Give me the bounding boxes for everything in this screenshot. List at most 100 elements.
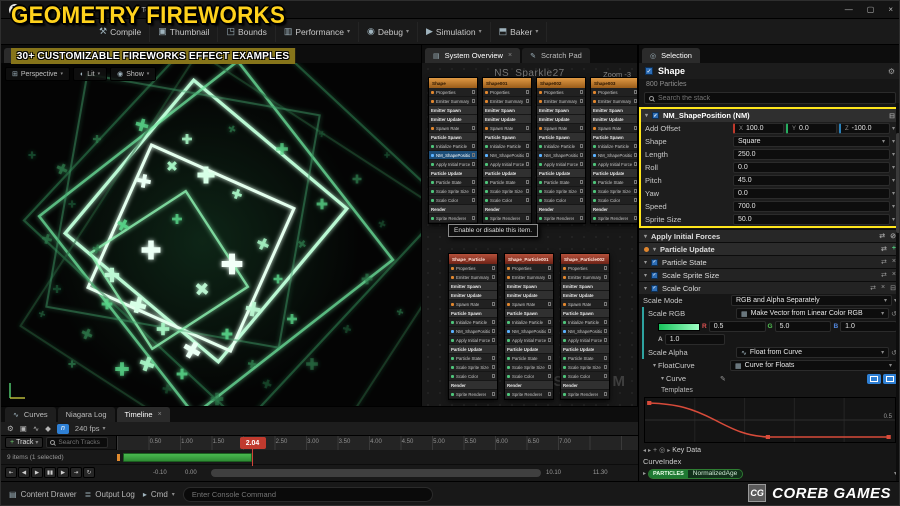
module-checkbox[interactable] — [603, 356, 607, 360]
stack-module-row[interactable]: Emitter Update — [483, 115, 531, 124]
stack-module-row[interactable]: Render — [449, 381, 497, 390]
stack-module-row[interactable]: Sprite Renderer — [591, 214, 637, 223]
module-enabled-checkbox[interactable]: ✓ — [652, 112, 660, 119]
module-checkbox[interactable] — [547, 320, 551, 324]
module-checkbox[interactable] — [579, 180, 583, 184]
swap-icon[interactable]: ⇄ — [881, 271, 887, 279]
stack-module-row[interactable]: Sprite Renderer — [449, 390, 497, 399]
tab-scratch-pad[interactable]: ✎ Scratch Pad — [522, 48, 590, 63]
scale-rgb-dropdown[interactable]: ▦ Make Vector from Linear Color RGB ▾ — [736, 308, 890, 319]
module-checkbox[interactable] — [525, 99, 529, 103]
emitter-stack[interactable]: Shape002 Properties Emitter Summary Emitter… — [536, 77, 586, 224]
fps-dropdown[interactable]: 240 fps ▾ — [75, 424, 106, 433]
swap-icon[interactable]: ⇄ — [881, 245, 887, 253]
chevron-down-icon[interactable]: ▾ — [892, 203, 895, 210]
module-checkbox[interactable] — [547, 356, 551, 360]
module-checkbox[interactable] — [491, 275, 495, 279]
stack-module-row[interactable]: Particle State — [449, 354, 497, 363]
stack-module-row[interactable]: Properties — [537, 88, 585, 97]
module-checkbox[interactable] — [603, 392, 607, 396]
module-checkbox[interactable] — [525, 189, 529, 193]
caret-icon[interactable]: ▾ — [653, 362, 656, 369]
stack-module-row[interactable]: Apply Initial Forces — [449, 336, 497, 345]
stack-module-row[interactable]: Emitter Summary — [483, 97, 531, 106]
minimize-button-icon[interactable]: — — [845, 5, 853, 14]
module-checkbox[interactable] — [471, 126, 475, 130]
chevron-down-icon[interactable]: ▾ — [892, 151, 895, 158]
stack-module-row[interactable]: Particle Update — [449, 345, 497, 354]
section-scale-color[interactable]: ▾ ✓ Scale Color ⇄ × ⊟ — [639, 281, 899, 294]
stack-module-row[interactable]: Emitter Spawn — [429, 106, 477, 115]
camera-icon[interactable]: ▣ — [20, 424, 27, 433]
stack-module-row[interactable]: Emitter Spawn — [591, 106, 637, 115]
chevron-down-icon[interactable]: ▾ — [892, 177, 895, 184]
curve-editor[interactable]: 0.5 — [644, 397, 896, 443]
stack-module-row[interactable]: Particle State — [429, 178, 477, 187]
toolbar-simulation-button[interactable]: ▶ Simulation ▾ — [418, 21, 491, 42]
module-checkbox[interactable] — [491, 365, 495, 369]
stack-module-row[interactable]: Emitter Summary — [537, 97, 585, 106]
console-command-input[interactable] — [191, 490, 424, 499]
prev-key-icon[interactable]: ◂ — [643, 447, 646, 454]
stack-module-row[interactable]: Scale Sprite Size — [449, 363, 497, 372]
target-icon[interactable]: ◎ — [659, 446, 665, 454]
emitter-stack[interactable]: Shape_Particle002 Properties Emitter Summa… — [560, 253, 610, 400]
module-checkbox[interactable] — [471, 99, 475, 103]
stack-module-row[interactable]: NM_ShapePosition — [561, 327, 609, 336]
caret-icon[interactable]: ▸ — [667, 447, 670, 454]
stack-module-row[interactable]: Scale Sprite Size — [591, 187, 637, 196]
module-checkbox[interactable] — [633, 162, 637, 166]
stack-search-input[interactable] — [658, 94, 891, 102]
add-key-icon[interactable]: + — [653, 447, 657, 454]
module-checkbox[interactable] — [491, 338, 495, 342]
stack-module-row[interactable]: Emitter Update — [591, 115, 637, 124]
module-checkbox[interactable] — [471, 153, 475, 157]
module-checkbox[interactable] — [633, 99, 637, 103]
tab-system-overview[interactable]: ▤ System Overview × — [425, 48, 521, 63]
go-to-end-button[interactable]: ⇥ — [70, 467, 82, 478]
module-checkbox[interactable] — [471, 198, 475, 202]
module-checkbox[interactable] — [633, 189, 637, 193]
param-x-field[interactable]: X 100.0 — [733, 123, 784, 134]
module-checkbox[interactable] — [579, 126, 583, 130]
stack-module-row[interactable]: Emitter Summary — [449, 273, 497, 282]
color-swatch[interactable] — [658, 322, 700, 331]
maximize-button-icon[interactable]: ▢ — [867, 5, 875, 14]
module-checkbox[interactable] — [471, 216, 475, 220]
emitter-stack-header[interactable]: Shape — [429, 78, 477, 88]
module-checkbox[interactable] — [525, 90, 529, 94]
module-checkbox[interactable] — [525, 153, 529, 157]
stack-module-row[interactable]: Render — [505, 381, 553, 390]
module-checkbox[interactable] — [491, 329, 495, 333]
scrollbar[interactable] — [896, 103, 899, 481]
stack-module-row[interactable]: Particle State — [591, 178, 637, 187]
x-icon[interactable]: × — [881, 284, 885, 292]
swap-icon[interactable]: ⇄ — [879, 232, 885, 240]
emitter-stack-header[interactable]: Shape001 — [483, 78, 531, 88]
module-checkbox[interactable] — [547, 275, 551, 279]
stack-module-row[interactable]: Apply Initial Forces — [483, 160, 531, 169]
param-value-field[interactable]: 700.0 — [733, 201, 890, 212]
module-checkbox[interactable] — [579, 216, 583, 220]
console-command-field[interactable] — [182, 487, 433, 502]
param-value-field[interactable]: 45.0 — [733, 175, 890, 186]
stack-module-row[interactable]: Emitter Spawn — [449, 282, 497, 291]
module-checkbox[interactable] — [603, 365, 607, 369]
pause-button[interactable]: ▮▮ — [44, 467, 56, 478]
stack-module-row[interactable]: Spawn Rate — [561, 300, 609, 309]
emitter-stack-header[interactable]: Shape_Particle — [449, 254, 497, 264]
stack-module-row[interactable]: Particle Spawn — [429, 133, 477, 142]
module-checkbox[interactable] — [547, 266, 551, 270]
module-checkbox[interactable] — [603, 275, 607, 279]
stack-module-row[interactable]: Apply Initial Forces — [505, 336, 553, 345]
module-checkbox[interactable] — [579, 90, 583, 94]
viewport-show-button[interactable]: ◉ Show ▾ — [110, 67, 157, 81]
module-checkbox[interactable] — [579, 99, 583, 103]
b-field[interactable]: 1.0 — [840, 321, 897, 332]
stack-module-row[interactable]: Spawn Rate — [537, 124, 585, 133]
emitter-stack-header[interactable]: Shape002 — [537, 78, 585, 88]
module-checkbox[interactable] — [471, 189, 475, 193]
curve-editor-icon[interactable]: ∿ — [33, 424, 39, 433]
stack-module-row[interactable]: Emitter Summary — [591, 97, 637, 106]
module-checkbox[interactable] — [633, 198, 637, 202]
